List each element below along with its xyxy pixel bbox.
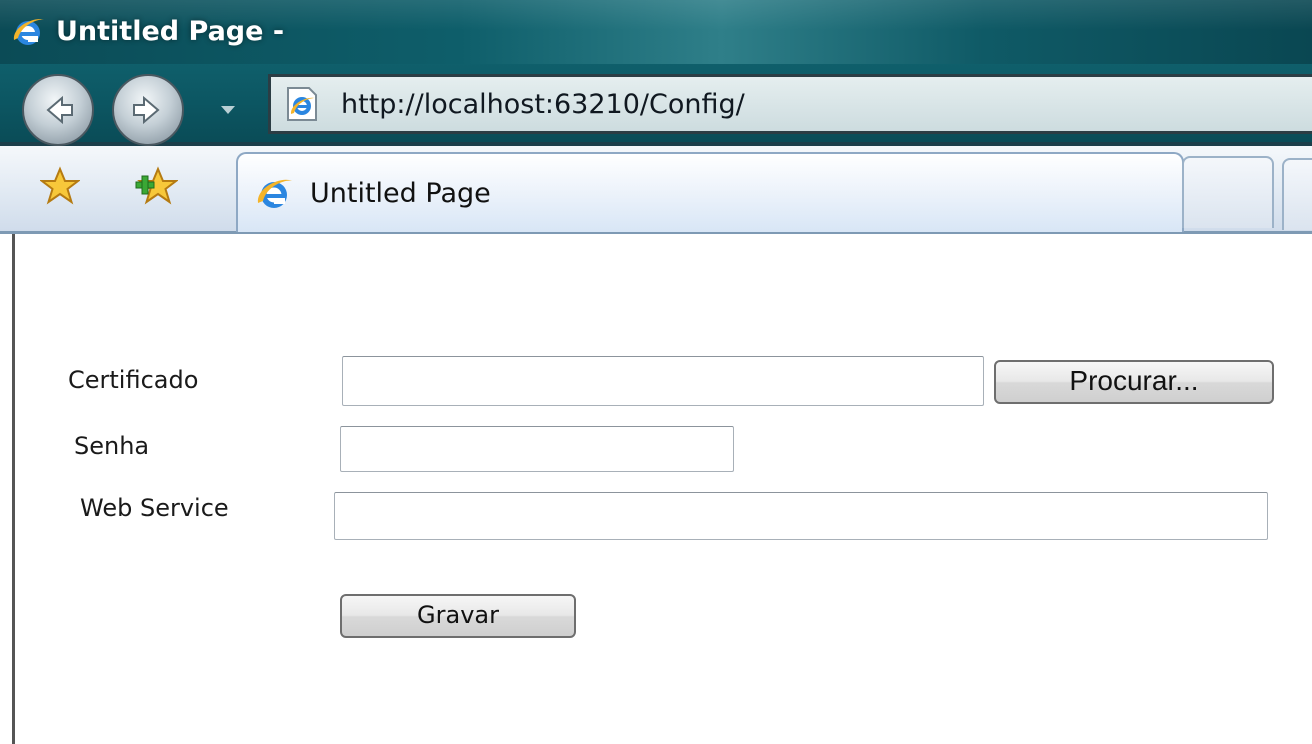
internet-explorer-icon xyxy=(257,179,292,208)
web-service-field[interactable] xyxy=(334,492,1268,540)
tab-untitled-page[interactable]: Untitled Page xyxy=(236,152,1184,232)
back-arrow-icon xyxy=(46,95,73,125)
favorites-star-icon[interactable] xyxy=(40,166,80,206)
dropdown-arrow-icon[interactable] xyxy=(216,98,240,122)
senha-label: Senha xyxy=(74,432,150,460)
certificado-file-input[interactable] xyxy=(342,356,984,406)
back-button[interactable] xyxy=(22,74,94,146)
procurar-button[interactable]: Procurar... xyxy=(994,360,1274,404)
title-bar: Untitled Page - xyxy=(0,0,1312,64)
forward-arrow-icon xyxy=(133,95,160,125)
page-content: Certificado Procurar... Senha Web Servic… xyxy=(0,234,1312,744)
tab-overflow-edge xyxy=(1282,158,1312,230)
tab-bar: Untitled Page xyxy=(0,146,1312,234)
browser-window: Untitled Page - http://localhost:63210/C… xyxy=(0,0,1312,744)
navigation-bar: http://localhost:63210/Config/ xyxy=(0,64,1312,146)
add-favorites-icon[interactable] xyxy=(134,166,178,206)
internet-explorer-icon xyxy=(13,19,44,45)
gravar-button[interactable]: Gravar xyxy=(340,594,576,638)
address-bar[interactable]: http://localhost:63210/Config/ xyxy=(268,74,1312,134)
window-left-border xyxy=(12,234,15,744)
address-url: http://localhost:63210/Config/ xyxy=(341,89,745,120)
certificado-label: Certificado xyxy=(68,366,199,394)
tab-label: Untitled Page xyxy=(310,178,491,209)
senha-field[interactable] xyxy=(340,426,734,472)
ie-page-icon xyxy=(287,87,317,121)
forward-button[interactable] xyxy=(112,74,184,146)
web-service-label: Web Service xyxy=(80,494,229,522)
window-title: Untitled Page - xyxy=(56,16,285,47)
new-tab-button[interactable] xyxy=(1182,156,1274,228)
